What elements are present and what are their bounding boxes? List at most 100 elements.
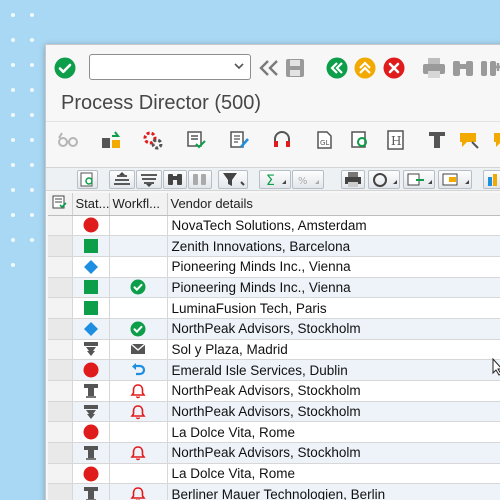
- vendor-cell: Emerald Isle Services, Dublin: [167, 359, 500, 381]
- find-icon[interactable]: [163, 170, 187, 189]
- vendor-cell: NorthPeak Advisors, Stockholm: [167, 380, 500, 402]
- back-icon[interactable]: [326, 57, 348, 79]
- table-header-row: Stat... Workfl... Vendor details: [48, 193, 500, 216]
- row-selector[interactable]: [48, 256, 73, 278]
- system-toolbar: [46, 45, 500, 91]
- row-selector[interactable]: [48, 442, 73, 464]
- save-disk-icon[interactable]: [284, 57, 306, 79]
- headset-icon[interactable]: [271, 130, 293, 150]
- table-row[interactable]: La Dolce Vita, Rome: [48, 421, 500, 444]
- layout-icon[interactable]: [438, 170, 472, 189]
- transfer-icon[interactable]: [100, 130, 122, 150]
- row-selector[interactable]: [48, 380, 73, 402]
- find-next-grid-icon[interactable]: [188, 170, 212, 189]
- row-selector[interactable]: [48, 483, 73, 500]
- row-selector[interactable]: [48, 235, 73, 257]
- doc-gl-icon[interactable]: GL: [314, 130, 336, 150]
- vendor-cell: NorthPeak Advisors, Stockholm: [167, 401, 500, 423]
- views-icon[interactable]: [368, 170, 400, 189]
- page-title: Process Director (500): [61, 92, 262, 114]
- row-selector[interactable]: [48, 401, 73, 423]
- mouse-cursor-icon: [492, 358, 500, 376]
- double-chevron-left-icon[interactable]: [258, 59, 280, 77]
- table-row[interactable]: NorthPeak Advisors, Stockholm: [48, 442, 500, 464]
- display-glasses-icon[interactable]: [57, 130, 79, 150]
- stamp-icon: [73, 445, 109, 461]
- export-icon[interactable]: [403, 170, 435, 189]
- table-row[interactable]: Sol y Plaza, Madrid: [48, 339, 500, 361]
- workflow-cell: [109, 421, 168, 444]
- workflow-column-header[interactable]: Workfl...: [109, 193, 168, 216]
- overflow-icon[interactable]: [492, 130, 500, 150]
- row-selector[interactable]: [48, 297, 73, 319]
- subtotal-icon[interactable]: %: [292, 170, 324, 189]
- table-row[interactable]: Emerald Isle Services, Dublin: [48, 359, 500, 381]
- green-square-icon: [73, 300, 109, 316]
- find-next-icon[interactable]: [479, 57, 500, 79]
- doc-check-icon[interactable]: [185, 130, 207, 150]
- sum-icon[interactable]: Σ: [259, 170, 291, 189]
- workflow-cell: [109, 318, 168, 340]
- exit-up-icon[interactable]: [354, 57, 376, 79]
- filter-icon[interactable]: [218, 170, 248, 189]
- envelope-icon: [110, 342, 167, 356]
- comment-icon[interactable]: [458, 130, 480, 150]
- status-cell: [72, 359, 110, 381]
- row-selector[interactable]: [48, 215, 73, 237]
- find-binoculars-icon[interactable]: [451, 57, 475, 79]
- sort-ascending-icon[interactable]: [109, 170, 135, 189]
- table-row[interactable]: NovaTech Solutions, Amsterdam: [48, 215, 500, 237]
- cancel-icon[interactable]: [383, 57, 405, 79]
- workflow-cell: [109, 215, 168, 237]
- enter-check-icon[interactable]: [54, 57, 76, 79]
- row-selector[interactable]: [48, 339, 73, 361]
- grid-toolbar: Σ %: [46, 167, 500, 191]
- vendor-column-header[interactable]: Vendor details: [167, 193, 500, 216]
- workflow-cell: [109, 483, 168, 500]
- vendor-cell: NorthPeak Advisors, Stockholm: [167, 442, 500, 464]
- table-row[interactable]: Berliner Mauer Technologien, Berlin: [48, 483, 500, 500]
- bell-icon: [110, 404, 167, 420]
- table-row[interactable]: LuminaFusion Tech, Paris: [48, 297, 500, 319]
- command-field[interactable]: [89, 54, 251, 80]
- table-row[interactable]: La Dolce Vita, Rome: [48, 463, 500, 485]
- stamp-tool-icon[interactable]: [426, 130, 448, 150]
- row-selector[interactable]: [48, 318, 73, 340]
- row-selector[interactable]: [48, 463, 73, 485]
- status-cell: [72, 277, 110, 299]
- table-row[interactable]: NorthPeak Advisors, Stockholm: [48, 401, 500, 423]
- table-row[interactable]: Zenith Innovations, Barcelona: [48, 235, 500, 257]
- vendor-cell: Berliner Mauer Technologien, Berlin: [167, 483, 500, 500]
- table-row[interactable]: Pioneering Minds Inc., Vienna: [48, 256, 500, 278]
- select-all-icon[interactable]: [48, 193, 73, 216]
- stamp-arrow-icon: [73, 341, 109, 357]
- status-cell: [72, 215, 110, 237]
- print-icon[interactable]: [422, 57, 446, 79]
- table-row[interactable]: NorthPeak Advisors, Stockholm: [48, 318, 500, 340]
- workflow-cell: [109, 442, 168, 464]
- vendor-cell: NorthPeak Advisors, Stockholm: [167, 318, 500, 340]
- red-circle-icon: [73, 217, 109, 233]
- doc-edit-icon[interactable]: [228, 130, 250, 150]
- row-selector[interactable]: [48, 277, 73, 299]
- table-row[interactable]: NorthPeak Advisors, Stockholm: [48, 380, 500, 402]
- details-icon[interactable]: [77, 170, 98, 189]
- header-h-icon[interactable]: H: [385, 130, 407, 150]
- chevron-down-icon[interactable]: [233, 59, 245, 78]
- print-grid-icon[interactable]: [341, 170, 365, 189]
- vendor-cell: Zenith Innovations, Barcelona: [167, 235, 500, 257]
- row-selector[interactable]: [48, 421, 73, 444]
- documents-table: Stat... Workfl... Vendor details NovaTec…: [48, 193, 500, 500]
- doc-search-icon[interactable]: [349, 130, 371, 150]
- vendor-cell: La Dolce Vita, Rome: [167, 463, 500, 485]
- workflow-cell: [109, 277, 168, 299]
- status-cell: [72, 380, 110, 402]
- table-row[interactable]: Pioneering Minds Inc., Vienna: [48, 277, 500, 299]
- command-input[interactable]: [94, 56, 229, 78]
- blue-diamond-icon: [73, 321, 109, 337]
- status-column-header[interactable]: Stat...: [72, 193, 110, 216]
- sort-descending-icon[interactable]: [136, 170, 162, 189]
- row-selector[interactable]: [48, 359, 73, 381]
- chart-icon[interactable]: [483, 170, 500, 189]
- settings-gears-icon[interactable]: [142, 130, 164, 150]
